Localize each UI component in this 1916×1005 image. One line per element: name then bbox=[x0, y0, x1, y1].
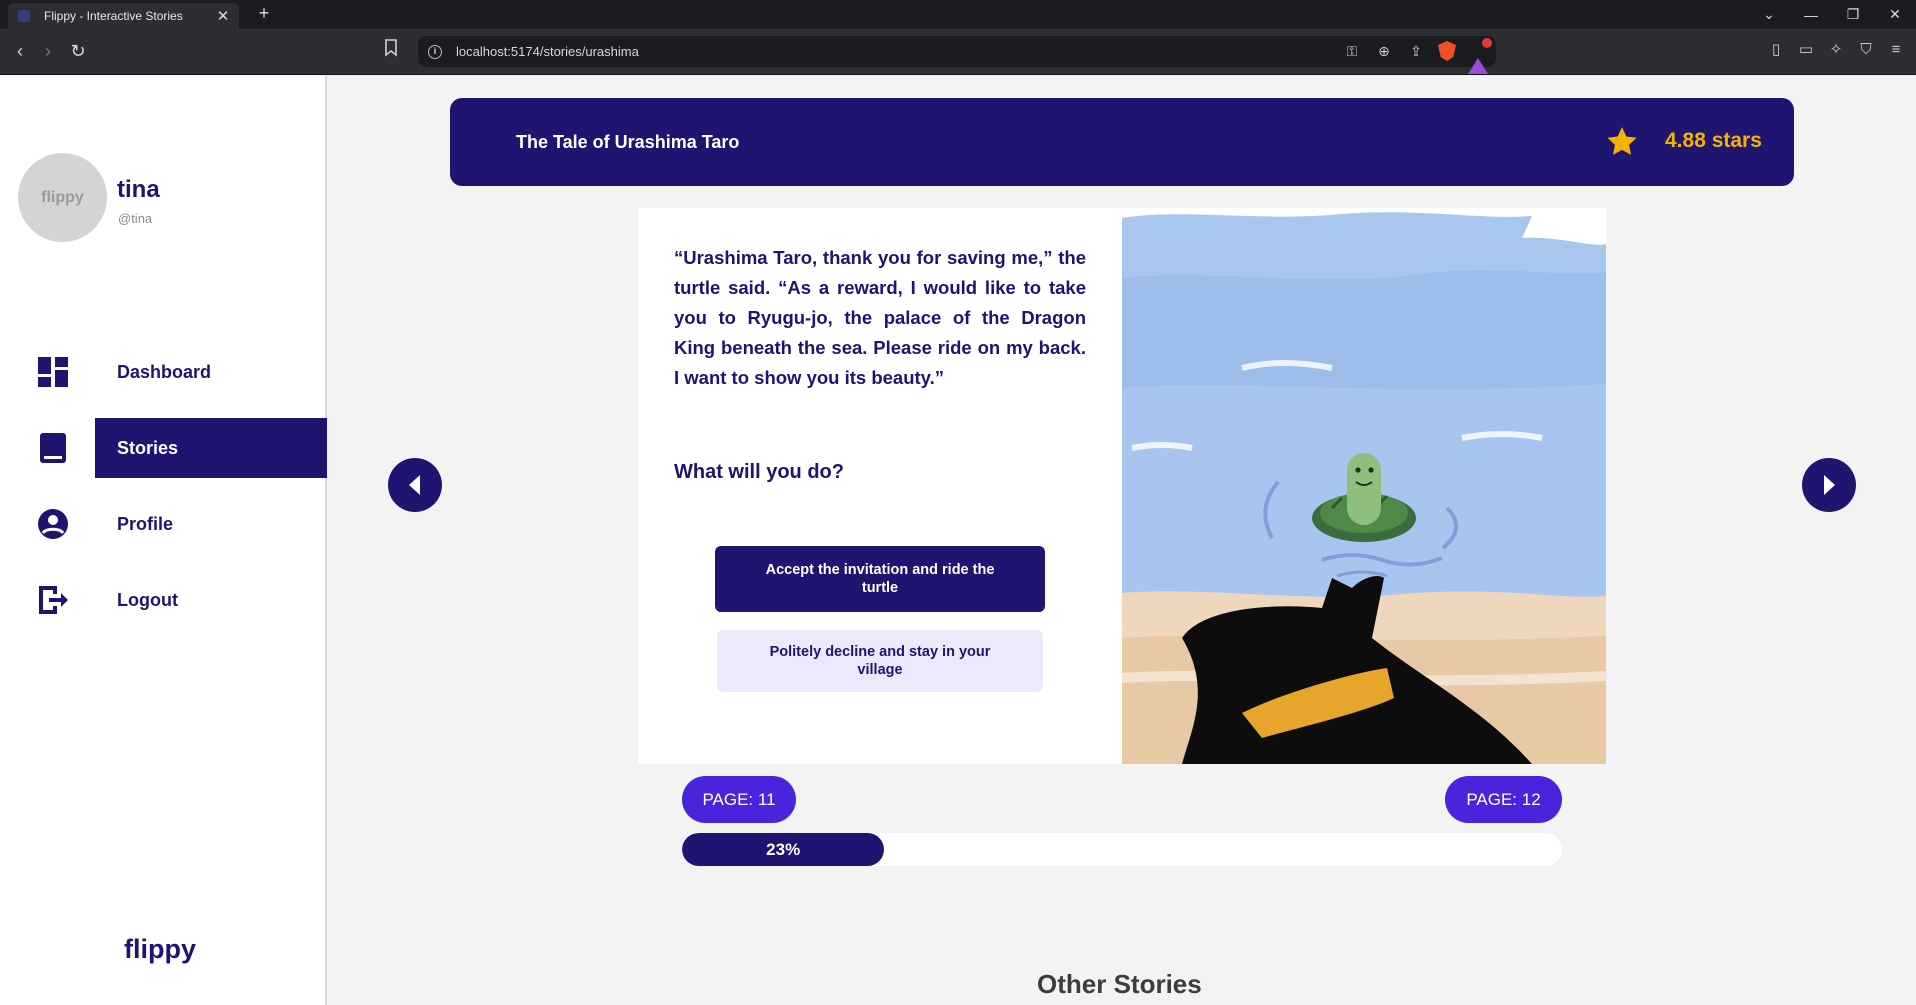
sidebar-item-label: Logout bbox=[117, 589, 178, 610]
close-window-button[interactable]: ✕ bbox=[1874, 6, 1916, 23]
story-rating: 4.88 stars bbox=[1665, 129, 1762, 152]
choice-decline-button[interactable]: Politely decline and stay in your villag… bbox=[717, 630, 1043, 692]
next-page-button[interactable] bbox=[1802, 458, 1856, 512]
brave-rewards-icon[interactable] bbox=[1468, 38, 1492, 74]
browser-toolbar: ‹ › ↻ i localhost:5174/stories/urashima … bbox=[0, 29, 1916, 75]
forward-button[interactable]: › bbox=[36, 39, 60, 63]
browser-tab[interactable]: Flippy - Interactive Stories ✕ bbox=[8, 3, 239, 29]
story-progress-bar: 23% bbox=[682, 833, 1562, 866]
story-text: “Urashima Taro, thank you for saving me,… bbox=[674, 247, 1086, 388]
key-icon[interactable]: ⚿ bbox=[1342, 41, 1362, 61]
choice-accept-button[interactable]: Accept the invitation and ride the turtl… bbox=[715, 546, 1045, 612]
wallet-icon[interactable]: ▭ bbox=[1796, 40, 1816, 60]
url-text[interactable]: localhost:5174/stories/urashima bbox=[456, 44, 639, 59]
user-name: tina bbox=[117, 176, 160, 203]
sidebar-item-profile[interactable]: Profile bbox=[0, 494, 327, 554]
restore-button[interactable]: ❐ bbox=[1832, 6, 1874, 23]
tab-close-icon[interactable]: ✕ bbox=[213, 7, 233, 25]
menu-icon[interactable]: ≡ bbox=[1886, 40, 1906, 60]
story-header: The Tale of Urashima Taro 4.88 stars bbox=[450, 98, 1794, 186]
reload-button[interactable]: ↻ bbox=[66, 39, 90, 63]
brand-logo[interactable]: flippy bbox=[124, 934, 196, 965]
site-info-icon[interactable]: i bbox=[428, 44, 442, 59]
current-page-badge: PAGE: 11 bbox=[682, 776, 796, 823]
book-icon bbox=[40, 433, 66, 463]
sidebar: flippy tina @tina Dashboard Stories Prof… bbox=[0, 76, 327, 1005]
new-tab-button[interactable]: + bbox=[254, 3, 274, 24]
sidebar-item-logout[interactable]: Logout bbox=[0, 570, 327, 630]
story-title: The Tale of Urashima Taro bbox=[516, 132, 740, 152]
story-question: What will you do? bbox=[674, 461, 844, 483]
address-bar-actions: ⚿ ⊕ ⇪ bbox=[1342, 38, 1492, 74]
back-button[interactable]: ‹ bbox=[8, 39, 32, 63]
arrow-right-icon bbox=[1824, 475, 1835, 495]
next-page-badge: PAGE: 12 bbox=[1445, 776, 1562, 823]
share-icon[interactable]: ⇪ bbox=[1406, 41, 1426, 61]
minimize-button[interactable]: — bbox=[1790, 7, 1832, 23]
sidebar-item-label: Stories bbox=[117, 437, 179, 458]
tab-search-button[interactable]: ⌄ bbox=[1748, 6, 1790, 23]
sidebar-item-label: Dashboard bbox=[117, 361, 212, 382]
browser-tabbar: Flippy - Interactive Stories ✕ + ⌄ — ❐ ✕ bbox=[0, 0, 1916, 29]
bookmark-icon[interactable] bbox=[384, 39, 404, 63]
sidebar-item-stories[interactable]: Stories bbox=[0, 418, 327, 478]
progress-fill: 23% bbox=[682, 833, 885, 866]
story-illustration bbox=[1122, 208, 1606, 764]
browser-extensions: ▯ ▭ ✧ ⛉ ≡ bbox=[1766, 40, 1906, 60]
account-circle-icon bbox=[38, 509, 68, 539]
tab-title: Flippy - Interactive Stories bbox=[44, 9, 183, 23]
zoom-icon[interactable]: ⊕ bbox=[1374, 41, 1394, 61]
sidebar-item-dashboard[interactable]: Dashboard bbox=[0, 342, 327, 402]
previous-page-button[interactable] bbox=[388, 458, 442, 512]
sidebar-toggle-icon[interactable]: ▯ bbox=[1766, 40, 1786, 60]
avatar: flippy bbox=[18, 153, 107, 242]
story-page-card: “Urashima Taro, thank you for saving me,… bbox=[638, 208, 1606, 764]
dashboard-icon bbox=[38, 357, 68, 387]
other-stories-heading: Other Stories bbox=[1037, 969, 1202, 999]
arrow-left-icon bbox=[409, 475, 420, 495]
logout-icon bbox=[39, 586, 68, 614]
sidebar-item-label: Profile bbox=[117, 513, 174, 534]
favicon-icon bbox=[18, 10, 30, 22]
app-page: flippy tina @tina Dashboard Stories Prof… bbox=[0, 76, 1916, 1005]
star-icon bbox=[1607, 127, 1637, 155]
leo-ai-icon[interactable]: ✧ bbox=[1826, 40, 1846, 60]
address-bar[interactable]: i localhost:5174/stories/urashima ⚿ ⊕ ⇪ bbox=[418, 36, 1496, 74]
user-handle: @tina bbox=[118, 211, 153, 226]
brave-shields-icon[interactable] bbox=[1438, 41, 1456, 61]
window-controls: ⌄ — ❐ ✕ bbox=[1748, 0, 1916, 29]
vpn-icon[interactable]: ⛉ bbox=[1856, 40, 1876, 60]
